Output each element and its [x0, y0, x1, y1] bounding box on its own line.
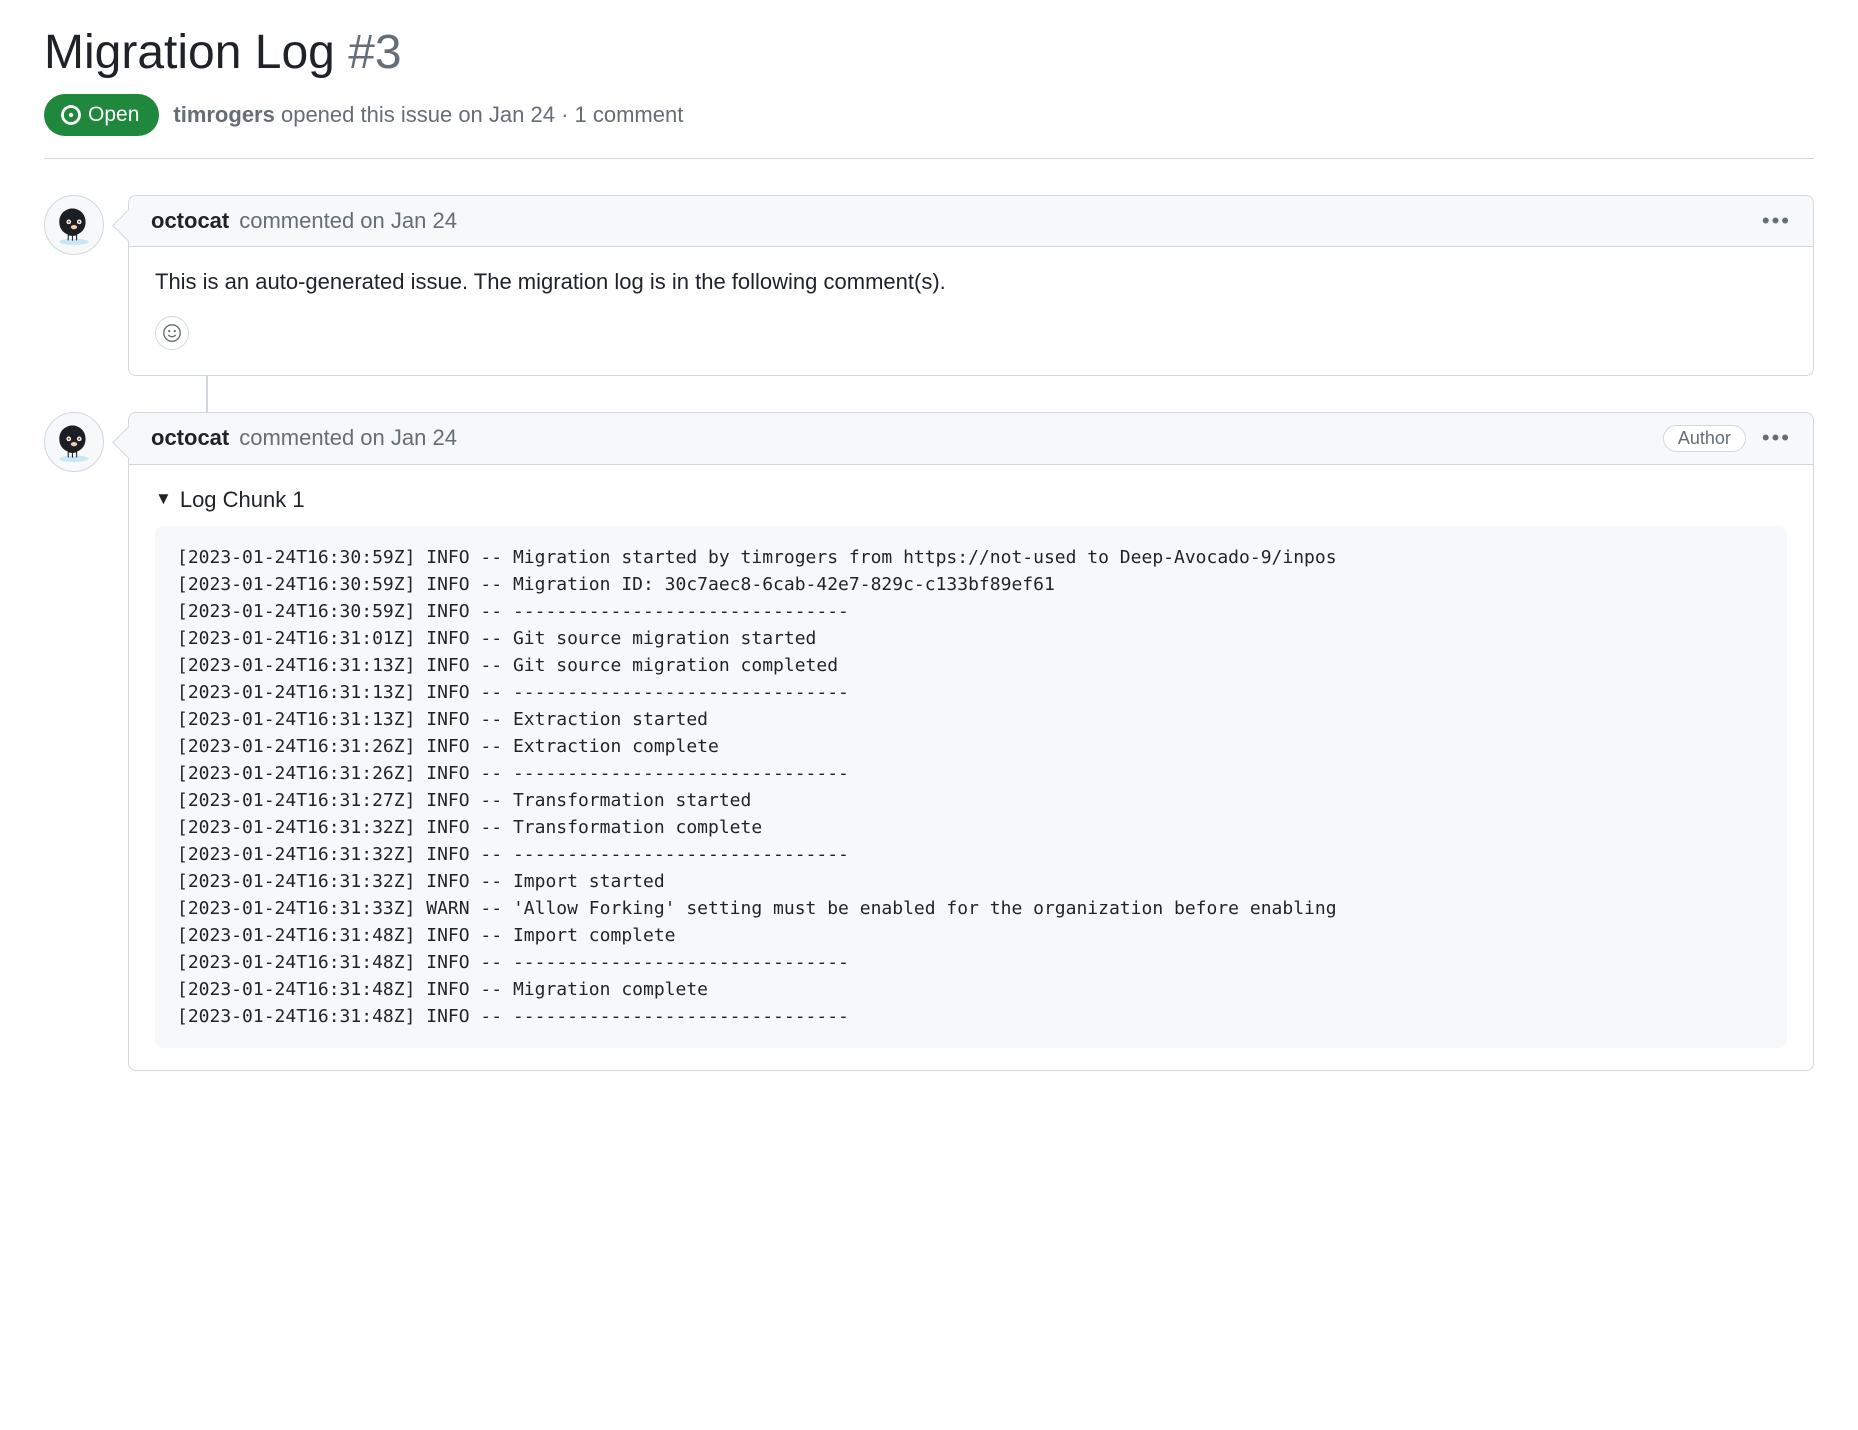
- log-chunk-toggle[interactable]: ▼ Log Chunk 1: [155, 483, 1787, 516]
- comment-menu-button[interactable]: •••: [1762, 427, 1791, 449]
- avatar[interactable]: [44, 412, 104, 472]
- octocat-icon: [53, 204, 95, 246]
- add-reaction-button[interactable]: [155, 316, 189, 350]
- comment-author[interactable]: octocat: [151, 208, 229, 234]
- status-badge: Open: [44, 94, 159, 136]
- comment-body: This is an auto-generated issue. The mig…: [129, 247, 1813, 375]
- comment-header: octocat commented on Jan 24 Author •••: [129, 413, 1813, 465]
- comment-text: This is an auto-generated issue. The mig…: [155, 265, 1787, 298]
- comment-header: octocat commented on Jan 24 •••: [129, 196, 1813, 247]
- comment-author[interactable]: octocat: [151, 425, 229, 451]
- comment-row: octocat commented on Jan 24 Author ••• ▼…: [44, 412, 1814, 1071]
- issue-author-link[interactable]: timrogers: [173, 102, 274, 127]
- comment-timestamp[interactable]: commented on Jan 24: [239, 208, 457, 234]
- comments-thread: octocat commented on Jan 24 ••• This is …: [44, 195, 1814, 1071]
- status-label: Open: [88, 103, 139, 127]
- issue-title: Migration Log #3: [44, 24, 1814, 82]
- issue-opened-text: opened this issue on Jan 24 · 1 comment: [275, 102, 683, 127]
- comment-timestamp[interactable]: commented on Jan 24: [239, 425, 457, 451]
- log-output: [2023-01-24T16:30:59Z] INFO -- Migration…: [155, 526, 1787, 1048]
- comment-menu-button[interactable]: •••: [1762, 210, 1791, 232]
- author-badge: Author: [1663, 425, 1746, 452]
- issue-opened-meta: timrogers opened this issue on Jan 24 · …: [173, 102, 683, 128]
- issue-number: #3: [348, 26, 401, 79]
- log-chunk-title: Log Chunk 1: [180, 483, 305, 516]
- disclosure-triangle-icon: ▼: [155, 486, 172, 512]
- issue-meta-row: Open timrogers opened this issue on Jan …: [44, 94, 1814, 159]
- octocat-icon: [53, 421, 95, 463]
- issue-open-icon: [60, 104, 82, 126]
- comment-box: octocat commented on Jan 24 Author ••• ▼…: [128, 412, 1814, 1071]
- avatar[interactable]: [44, 195, 104, 255]
- smiley-icon: [161, 322, 183, 344]
- comment-box: octocat commented on Jan 24 ••• This is …: [128, 195, 1814, 376]
- comment-body: ▼ Log Chunk 1 [2023-01-24T16:30:59Z] INF…: [129, 465, 1813, 1070]
- comment-row: octocat commented on Jan 24 ••• This is …: [44, 195, 1814, 376]
- issue-title-text: Migration Log: [44, 26, 335, 79]
